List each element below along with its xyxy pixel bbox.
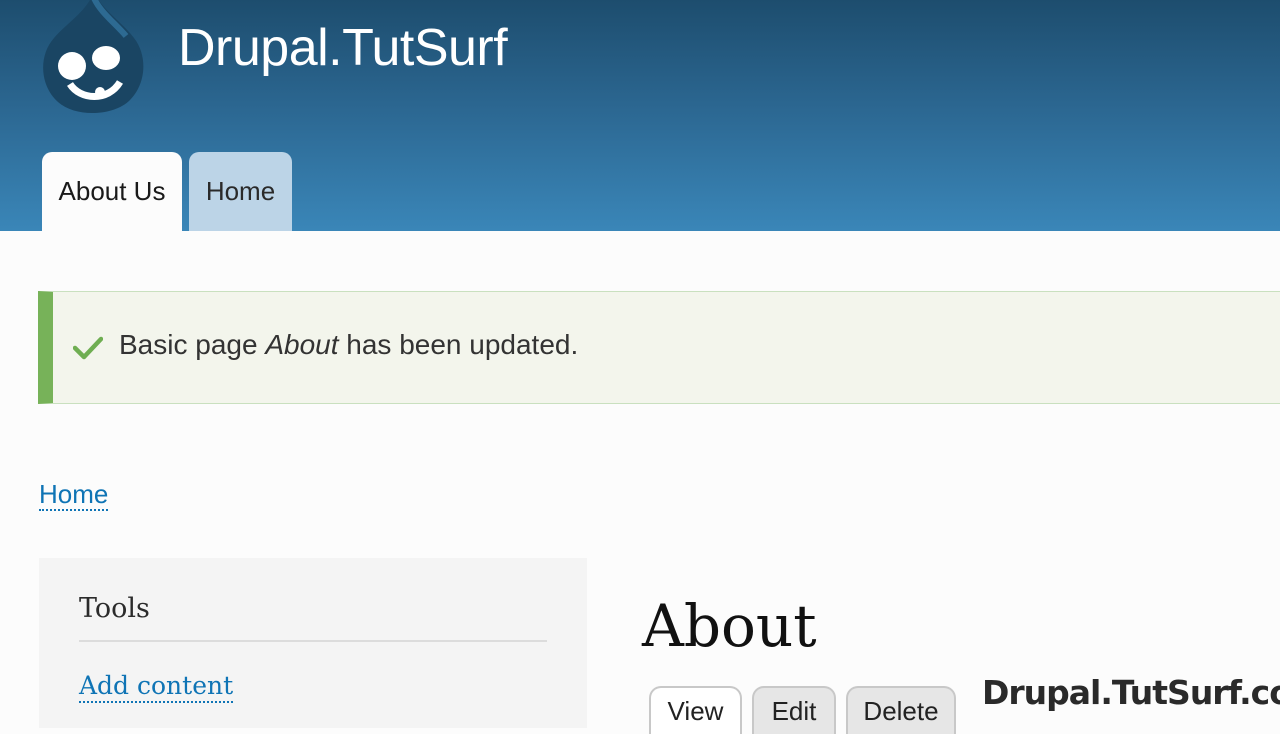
tab-edit[interactable]: Edit <box>752 686 836 734</box>
checkmark-icon <box>73 336 103 360</box>
tab-about-us[interactable]: About Us <box>42 152 182 231</box>
page-title: About <box>642 592 817 660</box>
tab-delete[interactable]: Delete <box>846 686 956 734</box>
tab-home[interactable]: Home <box>189 152 292 231</box>
status-suffix: has been updated. <box>338 329 579 360</box>
site-header: Drupal.TutSurf About Us Home <box>0 0 1280 231</box>
status-node-title: About <box>265 329 339 360</box>
tools-block-title: Tools <box>79 593 150 624</box>
divider <box>79 640 547 642</box>
sidebar-tools-block: Tools Add content <box>39 558 587 728</box>
status-text: Basic page About has been updated. <box>119 329 578 361</box>
watermark: Drupal.TutSurf.com <box>982 673 1280 712</box>
add-content-link[interactable]: Add content <box>79 671 234 703</box>
tab-view[interactable]: View <box>649 686 742 734</box>
drupal-drop-icon[interactable] <box>36 0 148 124</box>
breadcrumb-home-link[interactable]: Home <box>39 479 109 511</box>
status-message: Basic page About has been updated. <box>38 291 1280 404</box>
site-name[interactable]: Drupal.TutSurf <box>178 18 508 78</box>
status-prefix: Basic page <box>119 329 266 360</box>
